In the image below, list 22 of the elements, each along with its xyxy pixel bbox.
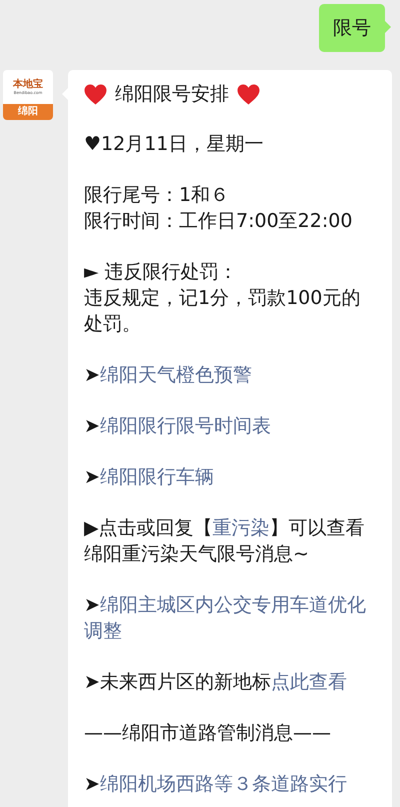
message-text: 限行尾号：1和６	[84, 183, 230, 208]
message-text: 违反规定，记1分，罚款100元的处罚。	[84, 286, 362, 337]
message-text: ➤未来西片区的新地标点此查看	[84, 670, 348, 695]
message-bubble: 限号	[319, 4, 385, 52]
bubble-tail	[385, 21, 391, 33]
logo-city: 绵阳	[3, 104, 53, 120]
link[interactable]: ➤绵阳机场西路等３条道路实行	[84, 771, 377, 797]
link[interactable]: ➤绵阳限行限号时间表	[84, 413, 377, 439]
link[interactable]: ➤绵阳限行车辆	[84, 464, 377, 490]
logo-text: 本地宝	[13, 79, 43, 90]
message-text: ——绵阳市道路管制消息——	[84, 721, 332, 746]
link[interactable]: ➤绵阳主城区内公交专用车道优化调整	[84, 592, 377, 644]
message-text: ♥12月11日，星期一	[84, 132, 264, 157]
link[interactable]: 重污染	[212, 517, 270, 539]
heart-icon	[84, 84, 107, 104]
link[interactable]: 点此查看	[270, 671, 347, 693]
message-title: 绵阳限号安排	[115, 82, 229, 107]
message-text: ▶点击或回复【重污染】可以查看绵阳重污染天气限号消息~	[84, 516, 366, 567]
heart-icon	[237, 84, 260, 104]
message-text: 限行时间：工作日7:00至22:00	[84, 209, 354, 234]
link[interactable]: ➤绵阳天气橙色预警	[84, 362, 377, 388]
message-text: ► 违反限行处罚：	[84, 260, 239, 285]
